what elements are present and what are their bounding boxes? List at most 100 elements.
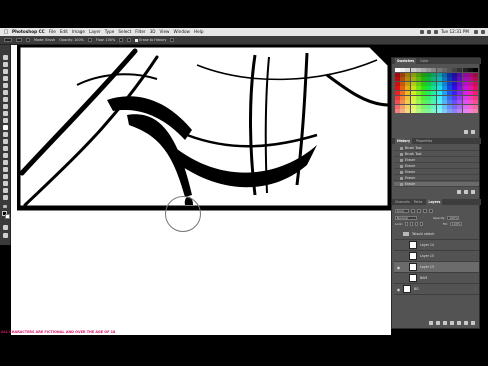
pressure-opacity-icon[interactable] [87, 38, 92, 42]
eyedropper-tool-icon[interactable] [3, 90, 8, 95]
new-swatch-icon[interactable] [464, 130, 468, 134]
history-item[interactable]: Brush Tool [394, 152, 479, 158]
color-swatch[interactable] [473, 81, 478, 86]
layer-mask-icon[interactable] [443, 321, 447, 325]
color-swatch[interactable] [473, 68, 478, 72]
layer-row-active[interactable]: ◉ Layer 13 [394, 262, 479, 273]
background-color-swatch[interactable] [5, 214, 10, 219]
dodge-tool-icon[interactable] [3, 146, 8, 151]
menu-layer[interactable]: Layer [89, 28, 101, 36]
snapshot-icon[interactable] [464, 190, 468, 194]
opacity-field[interactable]: 100% [74, 38, 84, 42]
apple-icon[interactable]:  [3, 29, 9, 35]
lock-paint-icon[interactable] [409, 221, 413, 226]
visibility-toggle[interactable] [402, 276, 407, 281]
shape-tool-icon[interactable] [3, 174, 8, 179]
crop-tool-icon[interactable] [3, 83, 8, 88]
tab-swatches[interactable]: Swatches [395, 58, 417, 64]
color-swatch[interactable] [473, 91, 478, 95]
color-swatch[interactable] [473, 104, 478, 109]
type-tool-icon[interactable] [3, 160, 8, 165]
menu-edit[interactable]: Edit [60, 28, 68, 36]
layer-row[interactable]: BAM [394, 273, 479, 284]
path-select-tool-icon[interactable] [3, 167, 8, 172]
menu-view[interactable]: View [160, 28, 170, 36]
eye-icon[interactable]: ◉ [396, 265, 401, 270]
pen-tool-icon[interactable] [3, 153, 8, 158]
menu-image[interactable]: Image [72, 28, 85, 36]
volume-icon[interactable] [426, 30, 431, 34]
search-icon[interactable] [474, 30, 478, 34]
edit-toolbar-icon[interactable] [3, 195, 8, 200]
battery-icon[interactable] [433, 30, 438, 34]
menu-window[interactable]: Window [173, 28, 190, 36]
menu-filter[interactable]: Filter [135, 28, 145, 36]
history-item[interactable]: Eraser [394, 158, 479, 164]
history-brush-tool-icon[interactable] [3, 118, 8, 123]
adjustment-layer-icon[interactable] [450, 321, 454, 325]
color-swatch[interactable] [473, 109, 478, 114]
gradient-tool-icon[interactable] [3, 132, 8, 137]
visibility-toggle[interactable] [402, 243, 407, 248]
history-item[interactable]: Eraser [394, 176, 479, 182]
brush-size-picker[interactable] [16, 38, 22, 42]
history-item[interactable]: Eraser [394, 164, 479, 170]
blur-tool-icon[interactable] [3, 139, 8, 144]
clock[interactable]: Tue 12:31 PM [441, 28, 469, 36]
history-item-active[interactable]: Eraser [394, 182, 479, 188]
mode-select[interactable]: Brush [45, 38, 55, 42]
delete-layer-icon[interactable] [471, 321, 475, 325]
layer-kind-filter[interactable]: Kind [395, 208, 409, 213]
marquee-tool-icon[interactable] [3, 62, 8, 67]
flow-field[interactable]: 100% [106, 38, 116, 42]
layer-group-row[interactable]: Tatsuki sketch [394, 229, 479, 240]
delete-swatch-icon[interactable] [471, 130, 475, 134]
blend-mode-select[interactable]: Normal [395, 215, 417, 220]
tab-history[interactable]: History [395, 138, 413, 144]
pressure-size-icon[interactable] [170, 38, 175, 42]
filter-pixel-icon[interactable] [411, 208, 415, 213]
menu-file[interactable]: File [49, 28, 56, 36]
healing-tool-icon[interactable] [3, 97, 8, 102]
hand-tool-icon[interactable] [3, 181, 8, 186]
history-item[interactable]: Brush Tool [394, 146, 479, 152]
color-swatch[interactable] [473, 77, 478, 82]
menu-app-name[interactable]: Photoshop CC [12, 28, 45, 36]
new-document-from-state-icon[interactable] [457, 190, 461, 194]
layer-row[interactable]: Layer 14 [394, 240, 479, 251]
stamp-tool-icon[interactable] [3, 111, 8, 116]
wifi-icon[interactable] [419, 30, 424, 34]
brush-settings-icon[interactable] [26, 38, 30, 42]
zoom-tool-icon[interactable] [3, 188, 8, 193]
drawing-canvas[interactable] [17, 45, 391, 211]
menu-list-icon[interactable] [481, 30, 485, 34]
lock-pixels-icon[interactable] [404, 221, 408, 226]
color-swatch[interactable] [473, 86, 478, 91]
lock-all-icon[interactable] [419, 221, 423, 226]
color-swatch[interactable] [473, 72, 478, 77]
menu-select[interactable]: Select [118, 28, 131, 36]
color-swap-icon[interactable] [3, 205, 7, 208]
layer-row[interactable]: Layer 15 [394, 251, 479, 262]
tab-layers[interactable]: Layers [426, 199, 443, 205]
brush-tool-icon[interactable] [3, 104, 8, 109]
filter-adjustment-icon[interactable] [417, 208, 421, 213]
color-swatch[interactable] [473, 95, 478, 100]
menu-type[interactable]: Type [105, 28, 115, 36]
visibility-toggle[interactable] [402, 254, 407, 259]
tab-channels[interactable]: Channels [395, 199, 410, 205]
layer-style-icon[interactable] [436, 321, 440, 325]
eraser-tool-icon[interactable] [3, 125, 8, 130]
menu-help[interactable]: Help [194, 28, 204, 36]
history-item[interactable]: Eraser [394, 170, 479, 176]
tab-color[interactable]: Color [420, 58, 428, 64]
layer-row-background[interactable]: ◉ BG [394, 284, 479, 295]
new-layer-icon[interactable] [464, 321, 468, 325]
screen-mode-icon[interactable] [3, 233, 8, 238]
move-tool-icon[interactable] [3, 55, 8, 60]
lock-move-icon[interactable] [414, 221, 418, 226]
menu-3d[interactable]: 3D [150, 28, 156, 36]
erase-to-history-checkbox[interactable] [135, 38, 139, 42]
eraser-tool-preset-icon[interactable] [4, 38, 12, 42]
visibility-toggle[interactable] [396, 232, 401, 237]
